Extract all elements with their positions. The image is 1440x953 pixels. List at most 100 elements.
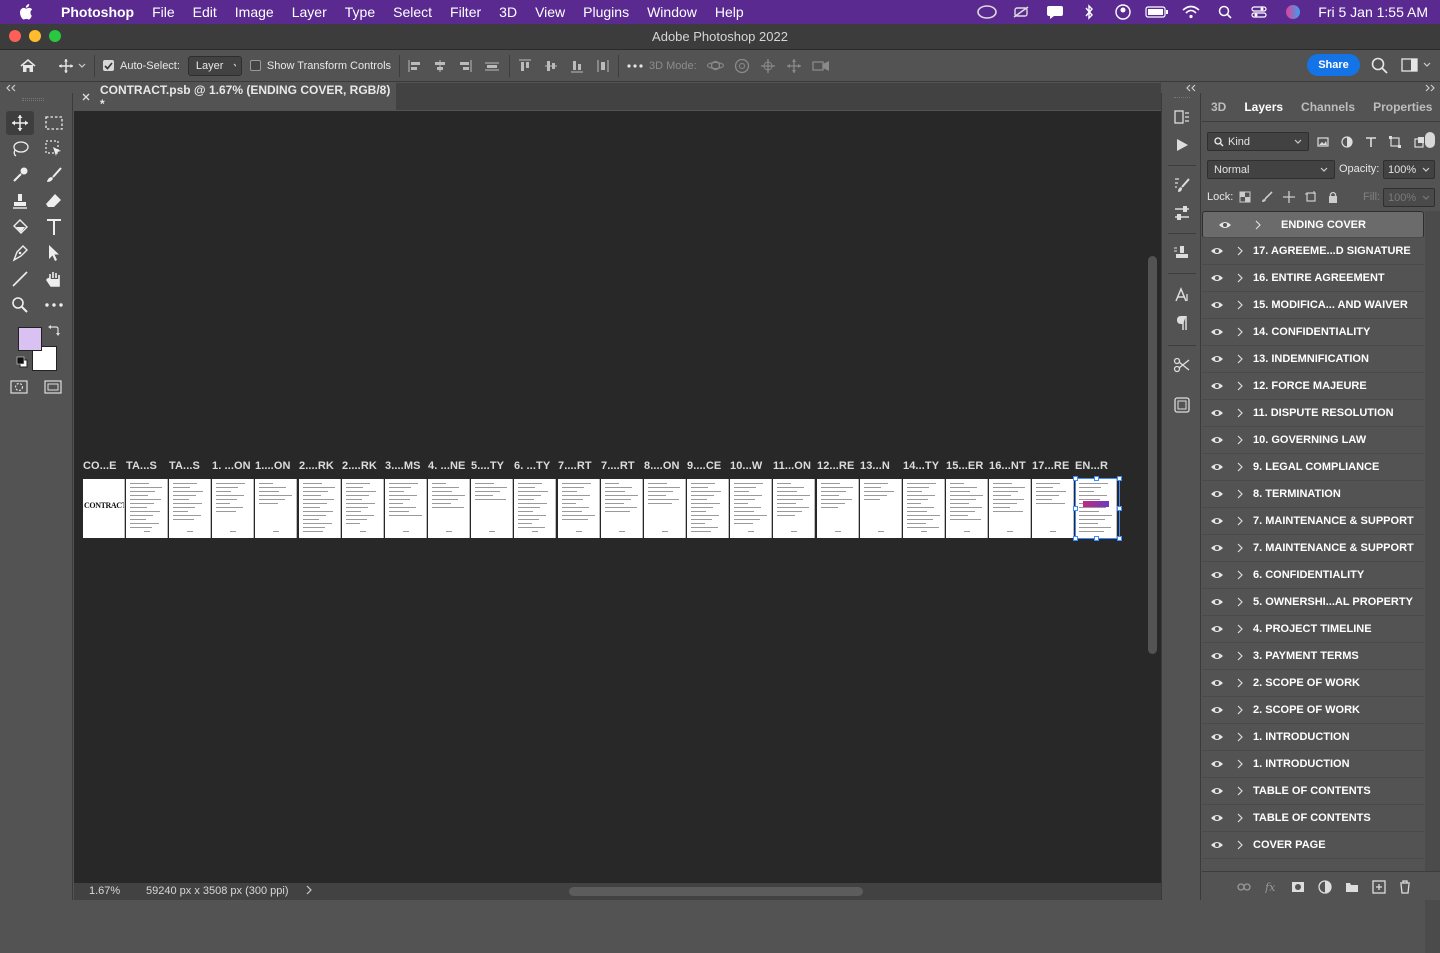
artboard-page[interactable] <box>169 479 211 538</box>
artboard-page[interactable] <box>644 479 686 538</box>
menu-image[interactable]: Image <box>226 0 283 24</box>
layer-row[interactable]: 11. DISPUTE RESOLUTION <box>1202 400 1424 427</box>
tab-layers[interactable]: Layers <box>1235 93 1293 121</box>
expand-chevron-icon[interactable] <box>1232 489 1248 499</box>
eyedropper-tool-button[interactable] <box>6 163 34 187</box>
clone-source-panel-button[interactable] <box>1170 241 1194 265</box>
artboard-label[interactable]: 6. ...TY <box>514 460 550 472</box>
collapse-panels-icon[interactable] <box>1186 84 1196 92</box>
artboard-label[interactable]: 10...W <box>730 460 762 472</box>
artboard-label[interactable]: 8....ON <box>644 460 680 472</box>
visibility-eye-icon[interactable] <box>1202 732 1232 742</box>
focus-off-icon[interactable] <box>1004 5 1038 19</box>
pen-tool-button[interactable] <box>6 241 34 265</box>
screen-mode-button[interactable] <box>44 379 64 395</box>
menu-view[interactable]: View <box>526 0 574 24</box>
tab-3d[interactable]: 3D <box>1202 93 1235 121</box>
share-button[interactable]: Share <box>1307 54 1360 76</box>
layer-row[interactable]: 5. OWNERSHI...AL PROPERTY <box>1202 589 1424 616</box>
home-button[interactable] <box>0 58 56 74</box>
document-canvas[interactable]: CO...E CONTRACT TA...S TA...S 1. ...ON 1....O… <box>74 111 1144 883</box>
align-right-edges-icon[interactable] <box>458 59 472 73</box>
artboard-label[interactable]: EN...R <box>1075 460 1108 472</box>
orbit-3d-icon[interactable] <box>706 58 724 73</box>
visibility-eye-icon[interactable] <box>1202 489 1232 499</box>
brush-tool-button[interactable] <box>40 163 68 187</box>
visibility-eye-icon[interactable] <box>1202 435 1232 445</box>
artboard-label[interactable]: 9....CE <box>687 460 721 472</box>
artboard-page[interactable] <box>299 479 341 538</box>
auto-select-checkbox[interactable]: Auto-Select: <box>103 60 180 72</box>
gradient-tool-button[interactable] <box>6 215 34 239</box>
fill-input[interactable]: 100% <box>1383 188 1435 207</box>
artboard-label[interactable]: 16...NT <box>989 460 1026 472</box>
artboard-page[interactable] <box>601 479 643 538</box>
artboard-page[interactable] <box>773 479 815 538</box>
more-options-button[interactable] <box>627 63 643 68</box>
expand-chevron-icon[interactable] <box>1232 840 1248 850</box>
path-selection-tool-button[interactable] <box>40 241 68 265</box>
lock-all-icon[interactable] <box>1327 191 1339 203</box>
spotlight-search-icon[interactable] <box>1208 5 1242 19</box>
new-layer-icon[interactable] <box>1372 880 1386 894</box>
menu-type[interactable]: Type <box>336 0 384 24</box>
expand-panels-icon[interactable] <box>1425 84 1435 92</box>
search-button[interactable] <box>1371 57 1388 74</box>
pan-3d-icon[interactable] <box>760 58 776 74</box>
artboard-label[interactable]: 3....MS <box>385 460 421 472</box>
auto-select-target-dropdown[interactable]: Layer <box>187 55 242 76</box>
align-vertical-centers-icon[interactable] <box>544 59 558 73</box>
user-account-icon[interactable] <box>1106 4 1140 20</box>
layer-row[interactable]: 7. MAINTENANCE & SUPPORT <box>1202 535 1424 562</box>
artboard-page[interactable] <box>817 479 859 538</box>
visibility-eye-icon[interactable] <box>1210 220 1240 230</box>
adjustment-layer-filter-icon[interactable] <box>1341 136 1353 148</box>
visibility-eye-icon[interactable] <box>1202 381 1232 391</box>
artboard-page[interactable] <box>126 479 168 538</box>
apple-menu-icon[interactable] <box>0 4 52 20</box>
new-group-folder-icon[interactable] <box>1345 881 1359 893</box>
layer-row[interactable]: 9. LEGAL COMPLIANCE <box>1202 454 1424 481</box>
swap-colors-icon[interactable] <box>48 324 60 336</box>
menubar-clock[interactable]: Fri 5 Jan 1:55 AM <box>1310 4 1428 20</box>
artboard-page[interactable] <box>903 479 945 538</box>
menu-select[interactable]: Select <box>384 0 441 24</box>
artboard-label[interactable]: 7....RT <box>601 460 635 472</box>
expand-chevron-icon[interactable] <box>1232 543 1248 553</box>
status-menu-chevron-icon[interactable] <box>306 885 312 895</box>
shape-layer-filter-icon[interactable] <box>1389 136 1401 148</box>
eraser-tool-button[interactable] <box>40 189 68 213</box>
actions-panel-button[interactable] <box>1170 133 1194 157</box>
move-tool-button[interactable] <box>6 111 34 135</box>
align-left-edges-icon[interactable] <box>408 59 422 73</box>
menu-window[interactable]: Window <box>638 0 706 24</box>
libraries-panel-button[interactable] <box>1170 393 1194 417</box>
expand-chevron-icon[interactable] <box>1232 813 1248 823</box>
tool-presets-panel-button[interactable] <box>1170 353 1194 377</box>
artboard-page[interactable] <box>428 479 470 538</box>
visibility-eye-icon[interactable] <box>1202 273 1232 283</box>
show-transform-controls-checkbox[interactable]: Show Transform Controls <box>249 60 391 72</box>
document-tab[interactable]: CONTRACT.psb @ 1.67% (ENDING COVER, RGB/… <box>74 83 396 111</box>
layer-row[interactable]: 14. CONFIDENTIALITY <box>1202 319 1424 346</box>
align-horizontal-centers-icon[interactable] <box>433 59 447 73</box>
expand-chevron-icon[interactable] <box>1232 246 1248 256</box>
layer-row[interactable]: 4. PROJECT TIMELINE <box>1202 616 1424 643</box>
blend-mode-dropdown[interactable]: Normal <box>1207 160 1335 179</box>
expand-chevron-icon[interactable] <box>1232 273 1248 283</box>
add-layer-mask-icon[interactable] <box>1291 881 1305 893</box>
visibility-eye-icon[interactable] <box>1202 813 1232 823</box>
lock-artboard-icon[interactable] <box>1305 191 1317 203</box>
type-tool-button[interactable] <box>40 215 68 239</box>
layer-row[interactable]: 13. INDEMNIFICATION <box>1202 346 1424 373</box>
menu-filter[interactable]: Filter <box>441 0 490 24</box>
menu-file[interactable]: File <box>143 0 184 24</box>
layer-row[interactable]: 10. GOVERNING LAW <box>1202 427 1424 454</box>
menu-3d[interactable]: 3D <box>490 0 526 24</box>
artboard-page[interactable] <box>860 479 902 538</box>
layer-style-fx-icon[interactable]: fx <box>1264 881 1278 893</box>
filter-toggle-switch[interactable] <box>1425 132 1435 148</box>
artboard-label[interactable]: TA...S <box>169 460 200 472</box>
layer-row[interactable]: 2. SCOPE OF WORK <box>1202 670 1424 697</box>
expand-chevron-icon[interactable] <box>1232 408 1248 418</box>
